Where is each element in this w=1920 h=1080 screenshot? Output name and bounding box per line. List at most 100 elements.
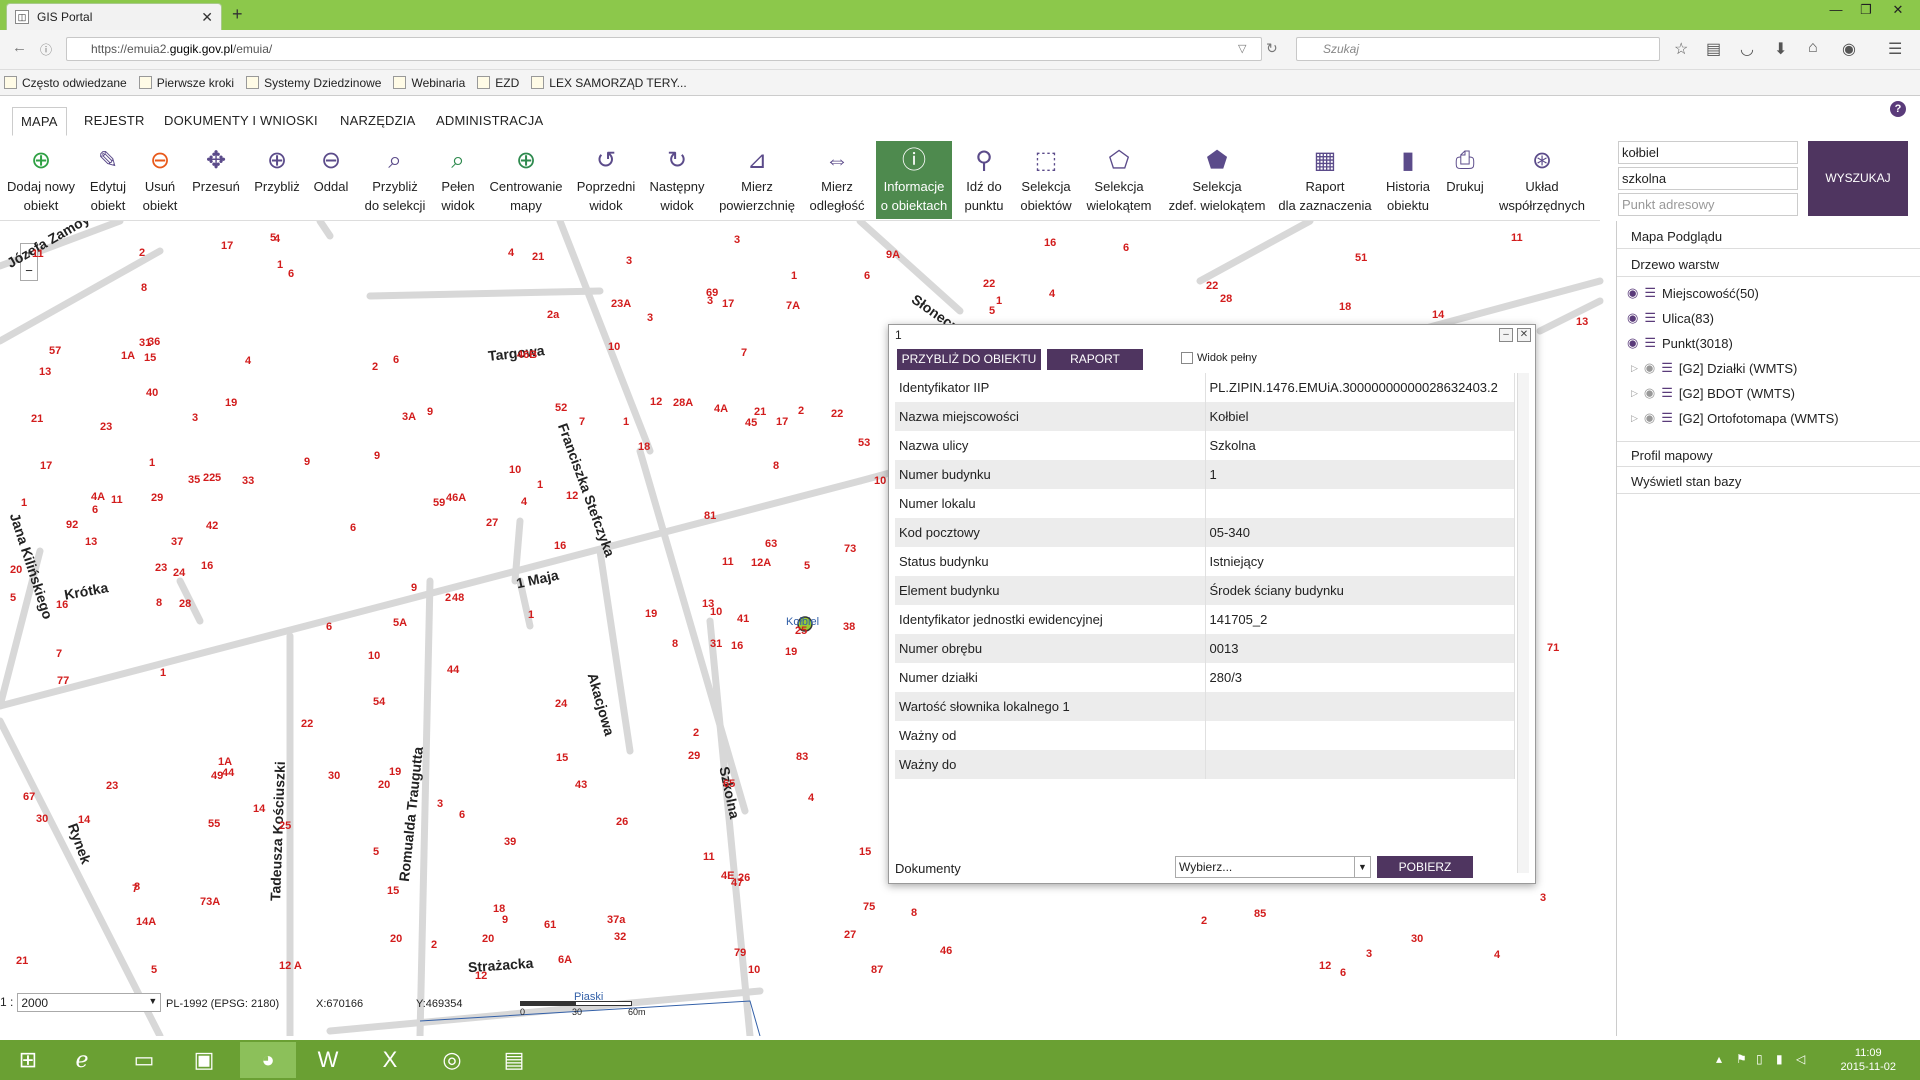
download-button[interactable]: POBIERZ <box>1377 856 1473 878</box>
back-icon[interactable]: ← <box>12 39 27 56</box>
zoom-to-object-button[interactable]: PRZYBLIŻ DO OBIEKTU <box>897 349 1041 370</box>
dialog-scrollbar[interactable] <box>1517 373 1529 873</box>
bookmark-star-icon[interactable]: ☆ <box>1674 39 1688 59</box>
start-icon[interactable]: ⊞ <box>0 1042 56 1078</box>
info-icon[interactable]: ⓘ <box>40 41 52 58</box>
tool-zoom-selection-button[interactable]: ⌕ Przybliż do selekcji <box>358 141 432 219</box>
dropdown-icon[interactable]: ▽ <box>1238 42 1246 55</box>
chat-icon[interactable]: ◉ <box>1842 39 1856 59</box>
map-preview-header[interactable]: Mapa Podglądu <box>1617 223 1920 249</box>
store-icon[interactable]: ▣ <box>176 1042 232 1078</box>
eye-icon[interactable]: ◉ <box>1644 410 1655 426</box>
volume-icon[interactable]: ◁ <box>1796 1052 1805 1066</box>
tool-measure-area-button[interactable]: ⊿ Mierz powierzchnię <box>714 141 800 219</box>
report-button[interactable]: RAPORT <box>1047 349 1143 370</box>
locality-input[interactable]: kołbiel <box>1618 141 1798 164</box>
full-view-checkbox[interactable]: Widok pełny <box>1181 352 1257 364</box>
battery-icon[interactable]: ▯ <box>1756 1052 1763 1066</box>
layer-item-ortofotomapa[interactable]: ▷ ◉ ☰ [G2] Ortofotomapa (WMTS) <box>1631 410 1839 426</box>
tool-print-button[interactable]: ⎙ Drukuj <box>1440 141 1490 219</box>
expand-icon[interactable]: ▷ <box>1631 388 1638 399</box>
thunderbird-icon[interactable]: ◎ <box>424 1042 480 1078</box>
tool-select-defined-polygon-button[interactable]: ⬟ Selekcja zdef. wielokątem <box>1164 141 1270 219</box>
scale-select[interactable]: 2000 ▼ <box>17 992 162 1012</box>
expand-icon[interactable]: ▷ <box>1631 413 1638 424</box>
search-button[interactable]: WYSZUKAJ <box>1808 141 1908 216</box>
tool-history-button[interactable]: ▮ Historia obiektu <box>1380 141 1436 219</box>
tool-previous-view-button[interactable]: ↺ Poprzedni widok <box>572 141 640 219</box>
layer-item-punkt[interactable]: ◉ ☰ Punkt(3018) <box>1627 335 1733 351</box>
layer-item-miejscowosc[interactable]: ◉ ☰ Miejscowość(50) <box>1627 285 1759 301</box>
menu-mapa[interactable]: MAPA <box>12 107 67 136</box>
bookmark-item[interactable]: EZD <box>477 76 519 90</box>
minimize-icon[interactable]: — <box>1822 2 1850 17</box>
eye-icon[interactable]: ◉ <box>1644 360 1655 376</box>
layer-item-ulica[interactable]: ◉ ☰ Ulica(83) <box>1627 310 1714 326</box>
firefox-icon[interactable]: ◕ <box>240 1042 296 1078</box>
reload-icon[interactable]: ↻ <box>1266 40 1278 57</box>
reader-icon[interactable]: ▤ <box>486 1042 542 1078</box>
tray-arrow-icon[interactable]: ▴ <box>1716 1052 1722 1066</box>
download-icon[interactable]: ⬇ <box>1774 39 1787 59</box>
tool-select-objects-button[interactable]: ⬚ Selekcja obiektów <box>1016 141 1076 219</box>
explorer-icon[interactable]: ▭ <box>116 1042 172 1078</box>
reading-list-icon[interactable]: ▤ <box>1706 39 1721 59</box>
menu-narzedzia[interactable]: NARZĘDZIA <box>340 113 415 128</box>
menu-dokumenty[interactable]: DOKUMENTY I WNIOSKI <box>164 113 318 128</box>
menu-rejestr[interactable]: REJESTR <box>84 113 145 128</box>
minimize-icon[interactable]: – <box>1499 328 1513 342</box>
db-state-header[interactable]: Wyświetl stan bazy <box>1617 468 1920 494</box>
tool-full-view-button[interactable]: ⌕ Pełen widok <box>434 141 482 219</box>
bookmark-item[interactable]: Systemy Dziedzinowe <box>246 76 381 90</box>
eye-icon[interactable]: ◉ <box>1627 310 1638 326</box>
close-tab-icon[interactable]: ✕ <box>201 9 213 26</box>
layer-item-dzialki[interactable]: ▷ ◉ ☰ [G2] Działki (WMTS) <box>1631 360 1797 376</box>
tool-next-view-button[interactable]: ↻ Następny widok <box>644 141 710 219</box>
bookmark-item[interactable]: LEX SAMORZĄD TERY... <box>531 76 687 90</box>
window-close-icon[interactable]: ✕ <box>1884 2 1912 18</box>
tool-goto-point-button[interactable]: ⚲ Idź do punktu <box>960 141 1008 219</box>
clock[interactable]: 11:09 2015-11-02 <box>1841 1046 1896 1074</box>
expand-icon[interactable]: ▷ <box>1631 363 1638 374</box>
eye-icon[interactable]: ◉ <box>1644 385 1655 401</box>
new-tab-icon[interactable]: + <box>232 4 243 25</box>
tool-zoom-in-button[interactable]: ⊕ Przybliż <box>250 141 304 219</box>
layer-item-bdot[interactable]: ▷ ◉ ☰ [G2] BDOT (WMTS) <box>1631 385 1795 401</box>
checkbox[interactable] <box>1181 352 1193 364</box>
tool-select-polygon-button[interactable]: ⬠ Selekcja wielokątem <box>1082 141 1156 219</box>
tool-report-button[interactable]: ▦ Raport dla zaznaczenia <box>1276 141 1374 219</box>
tool-center-map-button[interactable]: ⊕ Centrowanie mapy <box>486 141 566 219</box>
tool-add-object-button[interactable]: ⊕ Dodaj nowy obiekt <box>2 141 80 219</box>
ie-icon[interactable]: ℯ <box>54 1042 110 1078</box>
excel-icon[interactable]: X <box>362 1042 418 1078</box>
restore-icon[interactable]: ❐ <box>1852 2 1880 18</box>
close-icon[interactable]: ✕ <box>1517 328 1531 342</box>
eye-icon[interactable]: ◉ <box>1627 335 1638 351</box>
bookmark-item[interactable]: Webinaria <box>393 76 465 90</box>
tool-coordinate-system-button[interactable]: ⊛ Układ współrzędnych <box>1496 141 1588 219</box>
tool-zoom-out-button[interactable]: ⊖ Oddal <box>308 141 354 219</box>
pocket-icon[interactable]: ◡ <box>1740 39 1754 59</box>
bookmark-item[interactable]: Często odwiedzane <box>4 76 127 90</box>
url-bar[interactable]: https://emuia2.gugik.gov.pl/emuia/ <box>66 37 1262 61</box>
home-icon[interactable]: ⌂ <box>1808 39 1818 57</box>
tool-pan-button[interactable]: ✥ Przesuń <box>186 141 246 219</box>
flag-icon[interactable]: ⚑ <box>1736 1052 1747 1066</box>
street-input[interactable]: szkolna <box>1618 167 1798 190</box>
word-icon[interactable]: W <box>300 1042 356 1078</box>
menu-administracja[interactable]: ADMINISTRACJA <box>436 113 543 128</box>
browser-tab[interactable]: ◫ GIS Portal ✕ <box>6 3 222 30</box>
map-profile-header[interactable]: Profil mapowy <box>1617 441 1920 467</box>
tool-measure-distance-button[interactable]: ⇔ Mierz odległość <box>806 141 868 219</box>
browser-search-input[interactable]: Szukaj <box>1296 37 1660 61</box>
bookmark-item[interactable]: Pierwsze kroki <box>138 76 234 90</box>
tool-remove-object-button[interactable]: ⊖ Usuń obiekt <box>138 141 182 219</box>
tool-object-info-button[interactable]: ⓘ Informacje o obiektach <box>876 141 952 219</box>
help-icon[interactable]: ? <box>1890 101 1906 117</box>
network-icon[interactable]: ▮ <box>1776 1052 1783 1066</box>
address-point-input[interactable]: Punkt adresowy <box>1618 193 1798 216</box>
map-zoom-out-button[interactable]: − <box>21 262 37 280</box>
layer-tree-header[interactable]: Drzewo warstw <box>1617 251 1920 277</box>
hamburger-menu-icon[interactable]: ☰ <box>1888 39 1902 59</box>
tool-edit-object-button[interactable]: ✎ Edytuj obiekt <box>82 141 134 219</box>
